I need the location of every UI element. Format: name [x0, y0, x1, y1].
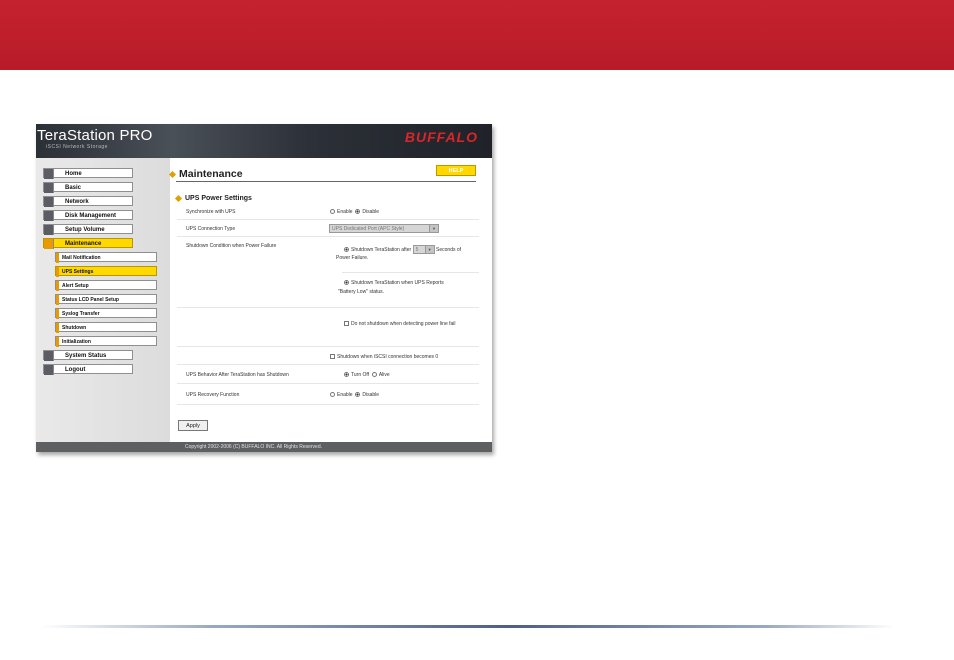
app-header: TeraStation PRO iSCSI Network Storage BU…: [36, 124, 492, 158]
conn-type-label: UPS Connection Type: [186, 226, 236, 232]
behavior-label: UPS Behavior After TeraStation has Shutd…: [186, 372, 289, 378]
recovery-disable-radio[interactable]: [355, 392, 361, 398]
apply-button[interactable]: Apply: [178, 420, 208, 431]
subitem-status-lcd-panel-setup[interactable]: Status LCD Panel Setup: [55, 294, 157, 305]
home-icon: [44, 169, 54, 179]
sync-label: Synchronize with UPS: [186, 209, 236, 215]
chevron-down-icon: ▼: [424, 246, 434, 253]
shutdown-battery-low-radio[interactable]: [344, 280, 349, 286]
shutdown-after-radio[interactable]: [344, 247, 349, 252]
opt2-line2: "Battery Low" status.: [338, 289, 385, 295]
sync-enable-radio[interactable]: [330, 209, 335, 215]
subitem-initialization[interactable]: Initialization: [55, 336, 157, 347]
sidebar-item-basic[interactable]: Basic: [43, 182, 133, 193]
behavior-off-radio[interactable]: [344, 372, 349, 378]
conn-type-select[interactable]: UPS Dedicated Port (APC Style) ▼: [329, 224, 439, 233]
subitem-ups-settings[interactable]: UPS Settings: [55, 266, 157, 277]
sidebar-item-logout[interactable]: Logout: [43, 364, 133, 375]
footer: Copyright 2002-2006 (C) BUFFALO INC. All…: [36, 442, 492, 452]
title-divider: [176, 181, 476, 182]
subitem-mail-notification[interactable]: Mail Notification: [55, 252, 157, 263]
bullet-icon: [168, 170, 177, 178]
subitem-shutdown[interactable]: Shutdown: [55, 322, 157, 333]
top-banner: [0, 0, 954, 70]
main-content: Maintenance HELP UPS Power Settings Sync…: [168, 158, 492, 442]
bullet-icon: [174, 194, 183, 202]
recovery-enable-radio[interactable]: [330, 392, 335, 398]
tools-icon: [44, 239, 54, 249]
sidebar-item-system-status[interactable]: System Status: [43, 350, 133, 361]
sidebar-item-home[interactable]: Home: [43, 168, 133, 179]
network-icon: [44, 197, 54, 207]
opt2-line1: Shutdown TeraStation when UPS Reports: [344, 280, 444, 286]
help-button[interactable]: HELP: [436, 165, 476, 176]
recovery-options: Enable Disable: [330, 392, 379, 398]
logo-title: TeraStation PRO: [37, 127, 153, 144]
sync-options: Enable Disable: [330, 209, 379, 215]
behavior-options: Turn Off Alive: [344, 372, 390, 378]
brand-logo: BUFFALO: [404, 129, 478, 145]
recovery-label: UPS Recovery Function: [186, 392, 240, 398]
sync-disable-radio[interactable]: [355, 209, 361, 215]
copyright-text: Copyright 2002-2006 (C) BUFFALO INC. All…: [185, 444, 322, 450]
basic-icon: [44, 183, 54, 193]
sidebar-item-setup-volume[interactable]: Setup Volume: [43, 224, 133, 235]
seconds-select[interactable]: 5 ▼: [412, 245, 435, 254]
opt1-line1: Shutdown TeraStation after 5 ▼ Seconds of: [344, 245, 461, 254]
sidebar-item-network[interactable]: Network: [43, 196, 133, 207]
iscsi-option: Shutdown when iSCSI connection becomes 0: [330, 354, 438, 360]
bottom-divider: [40, 625, 895, 628]
subitem-syslog-transfer[interactable]: Syslog Transfer: [55, 308, 157, 319]
status-icon: [44, 351, 54, 361]
shutdown-cond-label: Shutdown Condition when Power Failure: [186, 243, 277, 249]
volume-icon: [44, 225, 54, 235]
opt1-line2: Power Failure.: [336, 255, 369, 261]
opt3: Do not shutdown when detecting power lin…: [344, 321, 456, 327]
sidebar-item-disk-management[interactable]: Disk Management: [43, 210, 133, 221]
page-title: Maintenance: [168, 168, 243, 180]
subitem-alert-setup[interactable]: Alert Setup: [55, 280, 157, 291]
sidebar: Home Basic Network Disk Management Setup…: [36, 158, 170, 442]
sidebar-item-maintenance[interactable]: Maintenance: [43, 238, 133, 249]
disk-icon: [44, 211, 54, 221]
no-shutdown-checkbox[interactable]: [344, 321, 349, 327]
logout-icon: [44, 365, 54, 375]
section-title: UPS Power Settings: [174, 194, 252, 202]
behavior-alive-radio[interactable]: [371, 372, 377, 378]
terastation-screenshot: TeraStation PRO iSCSI Network Storage BU…: [36, 124, 492, 452]
chevron-down-icon: ▼: [429, 225, 438, 232]
iscsi-shutdown-checkbox[interactable]: [330, 354, 335, 360]
logo-subtitle: iSCSI Network Storage: [46, 144, 108, 150]
